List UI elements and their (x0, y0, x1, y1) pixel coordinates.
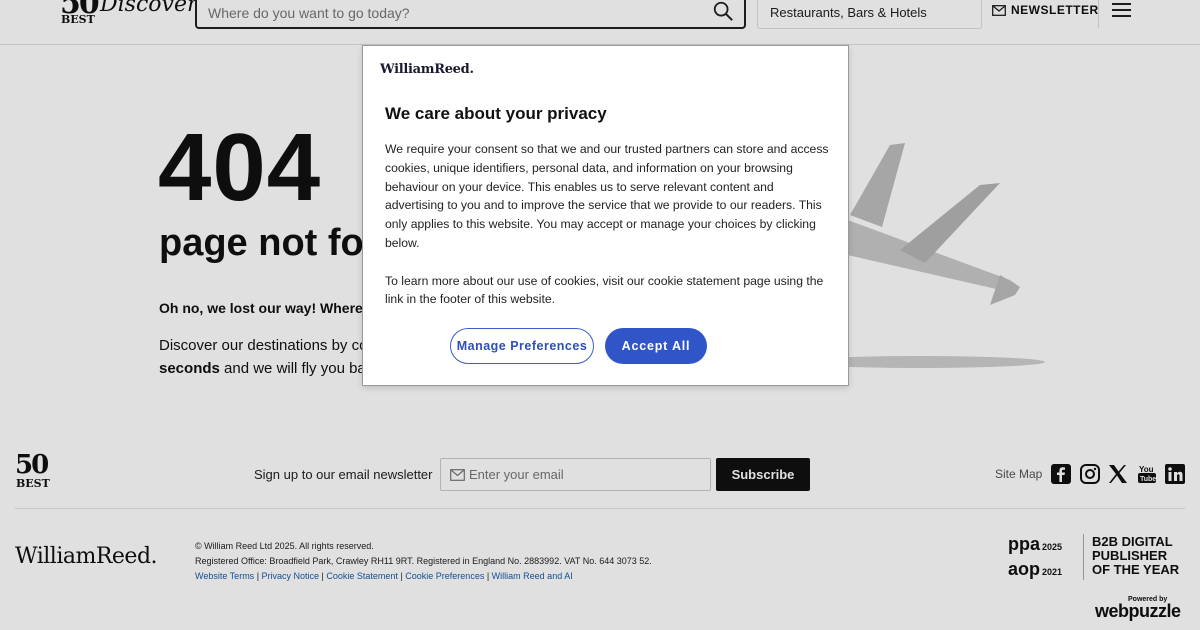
consent-paragraph-1: We require your consent so that we and o… (385, 142, 829, 250)
cookie-consent-dialog: WilliamReed. We care about your privacy … (362, 45, 849, 386)
consent-title: We care about your privacy (385, 104, 607, 123)
accept-all-button[interactable]: Accept All (605, 328, 707, 364)
consent-body: We require your consent so that we and o… (385, 140, 833, 309)
manage-preferences-button[interactable]: Manage Preferences (450, 328, 594, 364)
consent-brand-logo: WilliamReed. (380, 62, 474, 77)
consent-paragraph-2: To learn more about our use of cookies, … (385, 273, 824, 307)
